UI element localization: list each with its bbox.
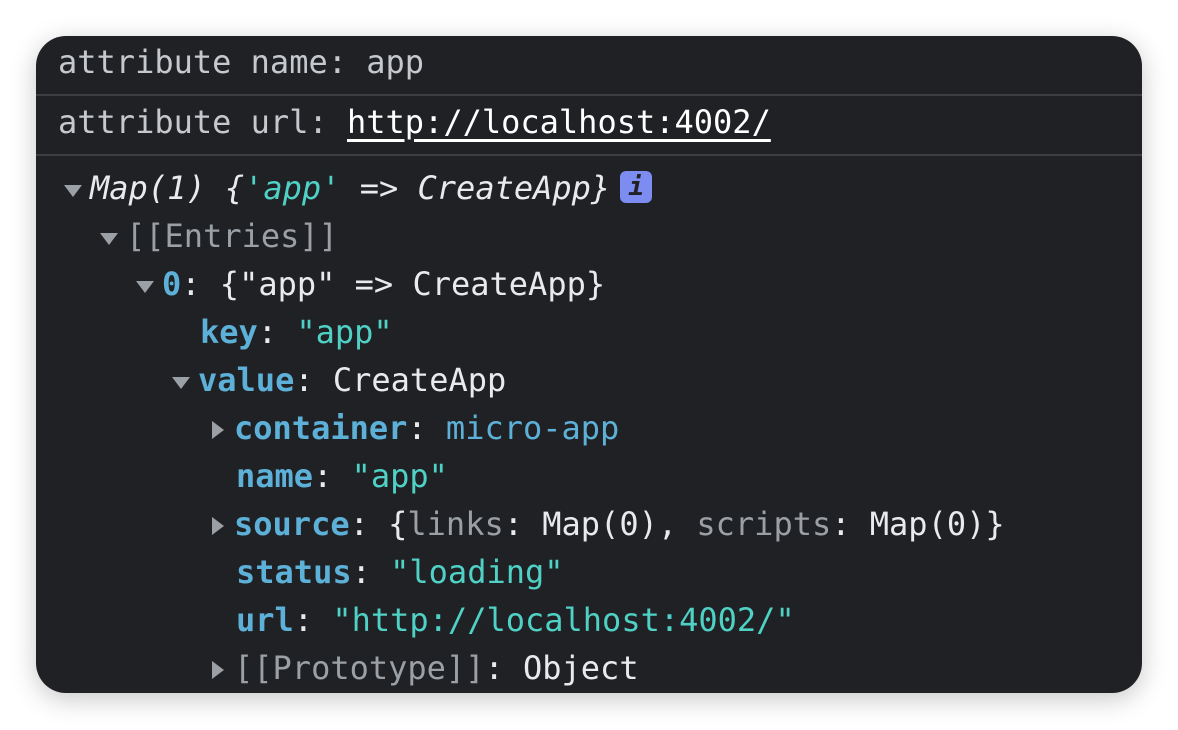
prop-value: CreateApp <box>332 361 507 399</box>
source-comma: , <box>657 505 697 543</box>
expand-triangle-icon[interactable] <box>62 179 84 201</box>
prop-key: source <box>234 505 350 543</box>
container-row[interactable]: container: micro-app <box>206 404 619 452</box>
prop-sep: : <box>351 553 391 591</box>
source-open: { <box>388 505 408 543</box>
prop-sep: : <box>407 409 446 447</box>
prototype-row[interactable]: [[Prototype]]: Object <box>206 644 639 692</box>
source-links-value: Map(0) <box>542 505 658 543</box>
map-root-row[interactable]: Map(1) {'app' => CreateApp} i <box>62 164 653 212</box>
expand-triangle-icon[interactable] <box>170 371 192 393</box>
prop-key: value <box>198 361 295 399</box>
log-attribute-url: attribute url: http://localhost:4002/ <box>36 96 1142 156</box>
source-scripts-value: Map(0) <box>869 505 986 543</box>
map-value: CreateApp <box>417 169 591 207</box>
entry-summary: {"app" => CreateApp} <box>219 265 606 303</box>
status-row: status: "loading" <box>236 548 564 596</box>
prop-value: "app" <box>296 313 393 351</box>
prop-key: url <box>236 601 294 639</box>
key-row: key: "app" <box>200 308 393 356</box>
entries-row[interactable]: [[Entries]] <box>98 212 338 260</box>
source-scripts-key: scripts <box>696 505 832 543</box>
map-prefix: Map(1) { <box>90 169 245 207</box>
source-sep-1: : <box>503 505 543 543</box>
prop-key: container <box>234 409 408 447</box>
source-row[interactable]: source: {links: Map(0), scripts: Map(0)} <box>206 500 1005 548</box>
collapsed-triangle-icon[interactable] <box>206 419 228 441</box>
map-key: 'app' <box>244 169 341 207</box>
url-row: url: "http://localhost:4002/" <box>236 596 795 644</box>
expand-triangle-icon[interactable] <box>134 275 156 297</box>
prop-key: key <box>200 313 258 351</box>
prop-value: "http://localhost:4002/" <box>332 601 795 639</box>
prop-sep: : <box>294 361 333 399</box>
log-url-link[interactable]: http://localhost:4002/ <box>347 103 771 141</box>
prop-sep: : <box>257 313 297 351</box>
prop-key: [[Prototype]] <box>234 649 485 687</box>
prop-sep: : <box>349 505 389 543</box>
collapsed-triangle-icon[interactable] <box>206 515 228 537</box>
expand-triangle-icon[interactable] <box>98 227 120 249</box>
log-attribute-name: attribute name: app <box>36 36 1142 96</box>
prop-value: Object <box>522 649 639 687</box>
prop-key: status <box>236 553 352 591</box>
console-panel: attribute name: app attribute url: http:… <box>36 36 1142 693</box>
prop-value: micro-app <box>445 409 620 447</box>
prop-sep: : <box>313 457 352 495</box>
source-links-key: links <box>407 505 504 543</box>
log-name-label: attribute name: <box>58 43 367 81</box>
value-row[interactable]: value: CreateApp <box>170 356 506 404</box>
log-url-label: attribute url: <box>58 103 347 141</box>
entry-index: 0 <box>162 265 182 303</box>
collapsed-triangle-icon[interactable] <box>206 659 228 681</box>
info-icon[interactable]: i <box>620 171 653 203</box>
prop-value: "loading" <box>390 553 564 591</box>
log-name-value: app <box>366 43 425 81</box>
name-row: name: "app" <box>236 452 448 500</box>
prop-sep: : <box>293 601 333 639</box>
source-close: } <box>985 505 1005 543</box>
prop-value: "app" <box>351 457 448 495</box>
prop-key: name <box>236 457 314 495</box>
entry-0-row[interactable]: 0: {"app" => CreateApp} <box>134 260 605 308</box>
source-sep-2: : <box>831 505 870 543</box>
entry-sep: : <box>181 265 220 303</box>
prop-sep: : <box>484 649 523 687</box>
entries-label: [[Entries]] <box>126 217 338 255</box>
map-suffix: } <box>590 169 611 207</box>
map-arrow: => <box>340 169 418 207</box>
